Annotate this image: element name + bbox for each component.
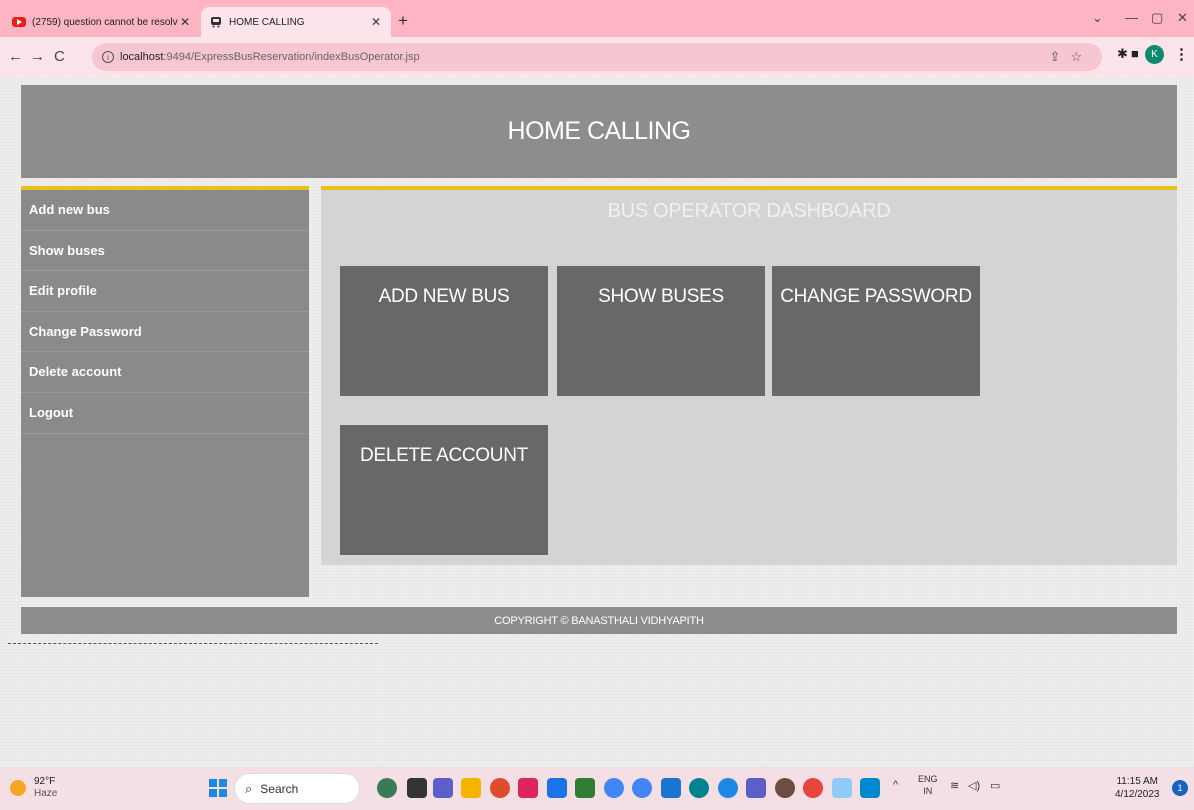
weather-temp: 92°F xyxy=(34,776,56,787)
start-windows-icon[interactable] xyxy=(209,779,227,797)
battery-icon[interactable]: ▭ xyxy=(990,779,1000,792)
file-explorer-icon[interactable] xyxy=(461,778,481,798)
window-close-icon[interactable]: ✕ xyxy=(1177,10,1188,26)
sidebar-item-add-new-bus[interactable]: Add new bus xyxy=(21,190,309,231)
tab-youtube[interactable]: (2759) question cannot be resolv ✕ xyxy=(4,7,200,37)
language-code: ENG xyxy=(918,774,938,784)
bookmark-star-icon[interactable]: ☆ xyxy=(1070,49,1092,64)
delete-account-card[interactable]: DELETE ACCOUNT xyxy=(340,425,548,555)
language-indicator[interactable]: ENG IN xyxy=(918,773,938,797)
task-view-icon[interactable] xyxy=(407,778,427,798)
weather-desc: Haze xyxy=(34,788,58,799)
weather-widget[interactable]: 92°F Haze xyxy=(10,776,57,800)
url-host: localhost xyxy=(120,51,164,63)
sidebar: Add new bus Show buses Edit profile Chan… xyxy=(21,186,309,597)
close-icon[interactable]: ✕ xyxy=(178,15,192,29)
show-buses-card[interactable]: SHOW BUSES xyxy=(557,266,765,396)
share-icon[interactable]: ⇪ xyxy=(1049,49,1070,64)
tray-chevron-icon[interactable]: ^ xyxy=(893,779,898,791)
taskbar-search[interactable]: ⌕ Search xyxy=(234,773,360,804)
new-tab-button[interactable]: + xyxy=(398,12,408,29)
minimize-icon[interactable]: — xyxy=(1125,10,1138,25)
address-bar-row: ← → C i localhost:9494/ExpressBusReserva… xyxy=(0,37,1194,77)
teams-icon[interactable] xyxy=(746,778,766,798)
clock[interactable]: 11:15 AM 4/12/2023 xyxy=(1115,775,1160,801)
search-label: Search xyxy=(260,781,299,796)
page-footer: COPYRIGHT © BANASTHALI VIDHYAPITH xyxy=(21,607,1177,634)
sidebar-item-logout[interactable]: Logout xyxy=(21,393,309,434)
calculator-icon[interactable] xyxy=(661,778,681,798)
sidebar-item-change-password[interactable]: Change Password xyxy=(21,312,309,353)
volume-icon[interactable]: ◁) xyxy=(968,779,980,792)
tab-strip: (2759) question cannot be resolv ✕ HOME … xyxy=(0,0,1194,37)
chrome-profile-icon[interactable] xyxy=(803,778,823,798)
wifi-icon[interactable]: ≋ xyxy=(950,779,959,792)
site-info-icon[interactable]: i xyxy=(102,51,114,63)
bus-icon xyxy=(209,15,223,29)
back-icon[interactable]: ← xyxy=(8,48,23,65)
close-icon[interactable]: ✕ xyxy=(369,15,383,29)
divider xyxy=(8,643,378,644)
region-code: IN xyxy=(923,786,933,796)
notification-badge[interactable]: 1 xyxy=(1172,780,1188,796)
app-icon[interactable] xyxy=(632,778,652,798)
edge-icon[interactable] xyxy=(689,778,709,798)
tab-search-icon[interactable]: ⌄ xyxy=(1092,10,1103,26)
dashboard-title: BUS OPERATOR DASHBOARD xyxy=(607,200,891,222)
taskbar: 92°F Haze ⌕ Search ^ ENG IN ≋ ◁) ▭ 11:15… xyxy=(0,767,1194,810)
forward-icon[interactable]: → xyxy=(30,48,45,65)
tab-title: HOME CALLING xyxy=(229,16,305,28)
clock-time: 11:15 AM xyxy=(1116,776,1158,787)
snipping-tool-icon[interactable] xyxy=(832,778,852,798)
store-icon[interactable] xyxy=(518,778,538,798)
paint-icon[interactable] xyxy=(860,778,880,798)
sidebar-item-show-buses[interactable]: Show buses xyxy=(21,231,309,272)
tab-title: (2759) question cannot be resolv xyxy=(32,16,178,28)
browser-menu-icon[interactable]: ⋮ xyxy=(1174,45,1189,63)
clock-date: 4/12/2023 xyxy=(1115,789,1160,800)
search-icon: ⌕ xyxy=(245,780,253,796)
telegram-icon[interactable] xyxy=(718,778,738,798)
url-field[interactable]: i localhost:9494/ExpressBusReservation/i… xyxy=(92,43,1102,71)
reload-icon[interactable]: C xyxy=(54,48,65,65)
web-page: HOME CALLING Add new bus Show buses Edit… xyxy=(0,77,1194,767)
change-password-card[interactable]: CHANGE PASSWORD xyxy=(772,266,980,396)
app-icon[interactable] xyxy=(604,778,624,798)
tab-home-calling[interactable]: HOME CALLING ✕ xyxy=(201,7,391,37)
maximize-icon[interactable]: ▢ xyxy=(1151,10,1163,26)
sidebar-item-delete-account[interactable]: Delete account xyxy=(21,352,309,393)
widgets-icon[interactable] xyxy=(377,778,397,798)
add-new-bus-card[interactable]: ADD NEW BUS xyxy=(340,266,548,396)
app-icon[interactable] xyxy=(575,778,595,798)
chat-icon[interactable] xyxy=(433,778,453,798)
mail-icon[interactable] xyxy=(547,778,567,798)
extensions-icon[interactable]: ✱ xyxy=(1117,46,1128,62)
profile-avatar[interactable]: K xyxy=(1145,45,1164,64)
app-icon[interactable] xyxy=(775,778,795,798)
weather-sun-icon xyxy=(10,780,26,796)
sidebar-item-edit-profile[interactable]: Edit profile xyxy=(21,271,309,312)
youtube-icon xyxy=(12,15,26,29)
side-panel-icon[interactable]: ■ xyxy=(1131,46,1139,61)
page-header: HOME CALLING xyxy=(21,85,1177,178)
chrome-icon[interactable] xyxy=(490,778,510,798)
dashboard-panel: BUS OPERATOR DASHBOARD ADD NEW BUS SHOW … xyxy=(321,186,1177,565)
url-path: :9494/ExpressBusReservation/indexBusOper… xyxy=(163,51,420,63)
